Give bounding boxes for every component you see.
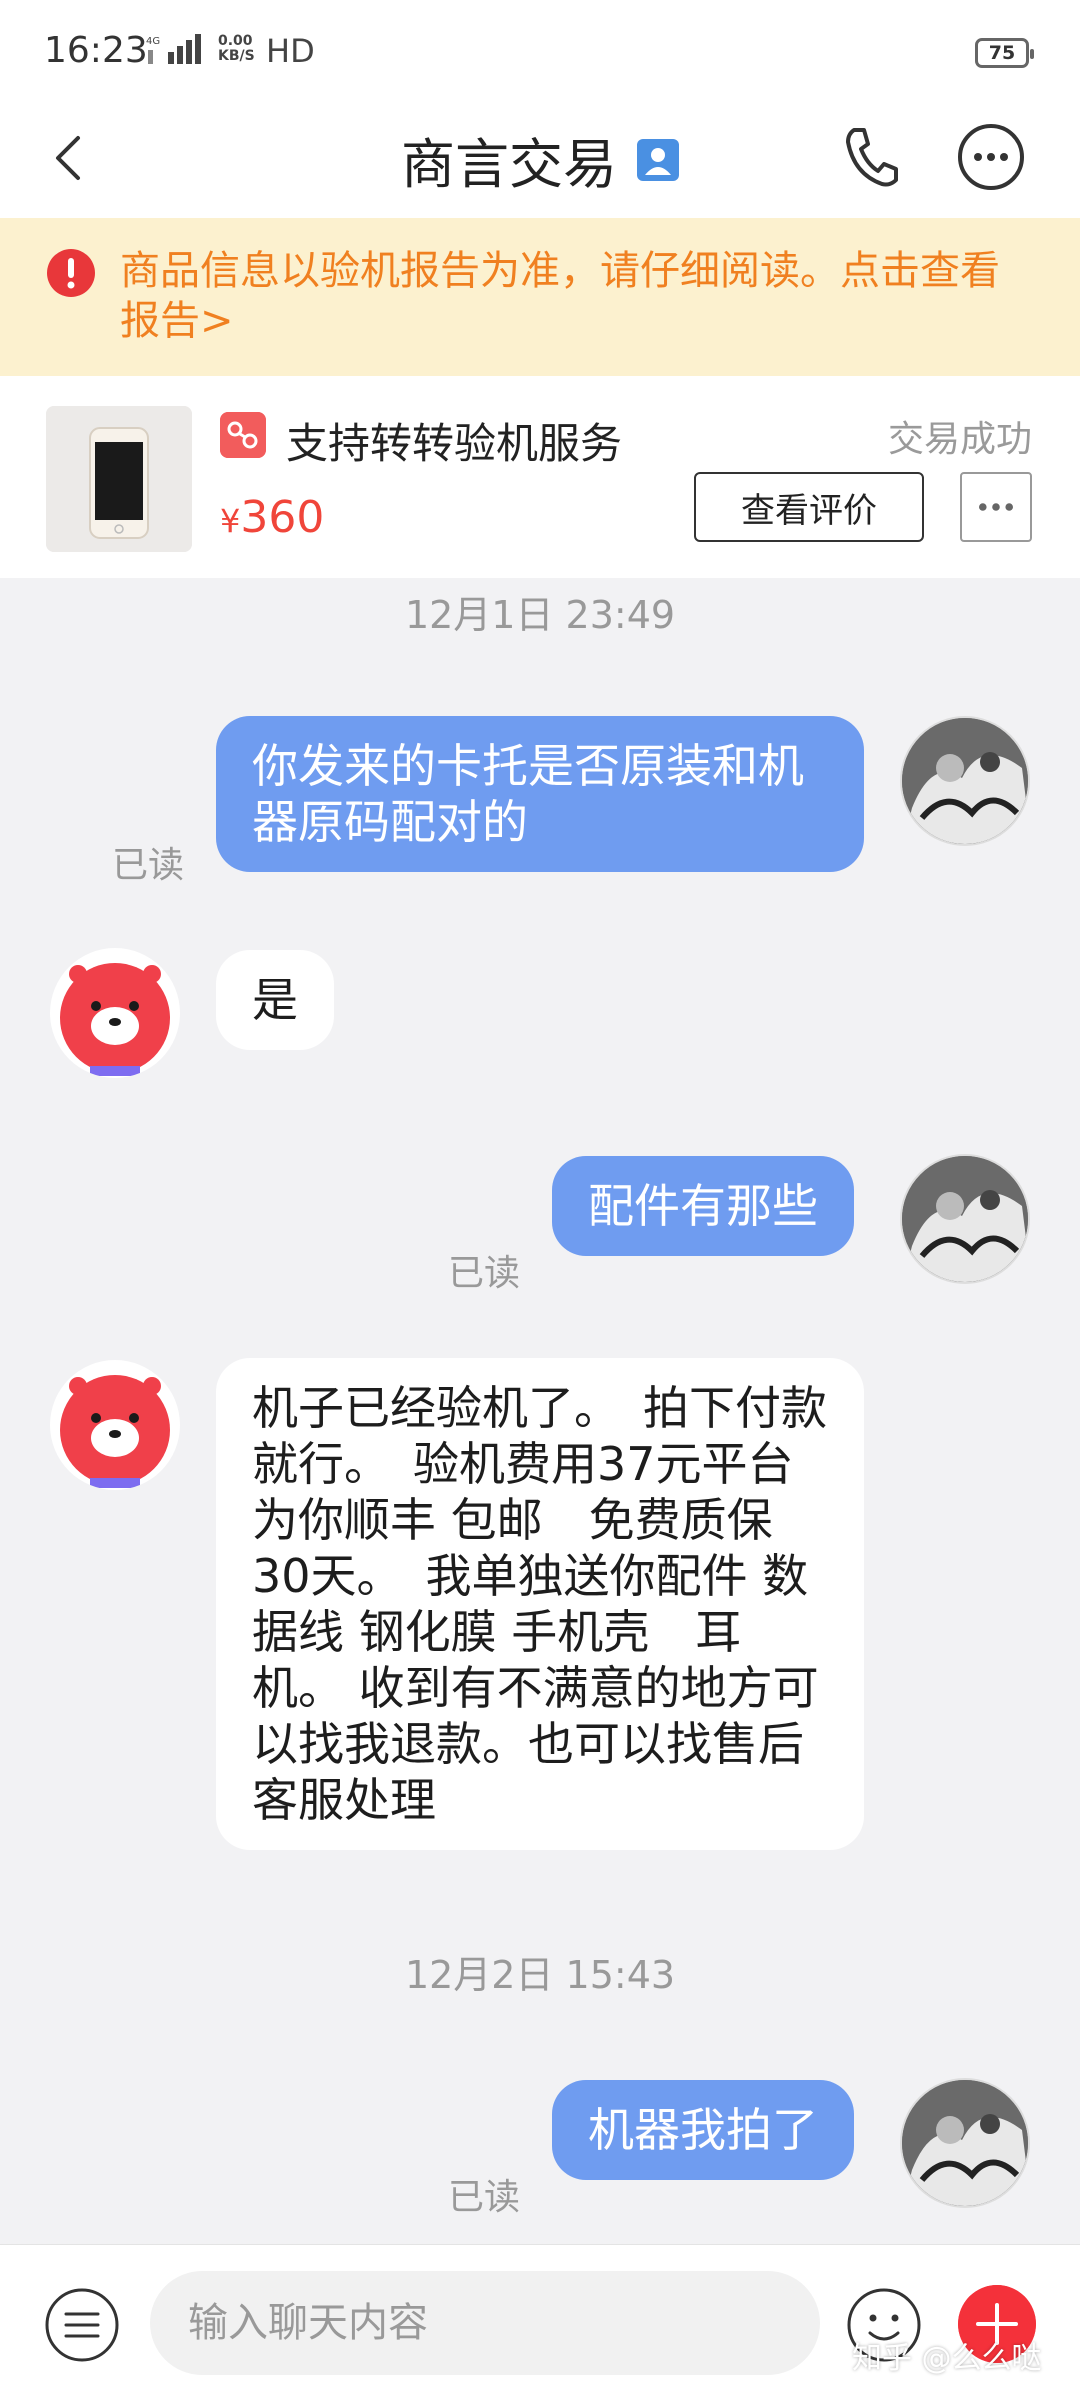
message-timestamp: 12月1日 23:49 [404, 593, 676, 637]
product-card[interactable]: 支持转转验机服务 ¥360 交易成功 查看评价 [0, 376, 1080, 578]
my-avatar-image [902, 2080, 1028, 2206]
menu-icon[interactable] [44, 2287, 120, 2363]
outgoing-message[interactable]: 配件有那些 [552, 1156, 854, 1256]
net-speed: 0.00 KB/S [218, 34, 255, 64]
watermark-text: 知乎 @么么哒 [852, 2341, 1042, 2376]
seller-avatar[interactable] [50, 948, 180, 1078]
product-more-icon[interactable] [960, 472, 1032, 542]
product-price: ¥360 [220, 492, 324, 543]
status-bar: 16:23 4G 0.00 KB/S HD 75 [0, 0, 1080, 106]
page-title: 商言交易 [401, 133, 617, 196]
my-avatar[interactable] [900, 2078, 1030, 2208]
my-avatar[interactable] [900, 1154, 1030, 1284]
product-thumbnail[interactable] [46, 406, 192, 552]
battery-level: 75 [988, 42, 1016, 64]
notice-text[interactable]: 商品信息以验机报告为准，请仔细阅读。点击查看报告> [120, 246, 1020, 346]
message-timestamp: 12月2日 15:43 [404, 1953, 676, 1997]
seller-avatar[interactable] [50, 1360, 180, 1490]
my-avatar-image [902, 718, 1028, 844]
warning-icon [47, 249, 95, 297]
chat-header: 商言交易 [0, 106, 1080, 218]
price-value: 360 [240, 492, 325, 543]
chat-input-bar: 知乎 @么么哒 [0, 2244, 1080, 2400]
battery-icon: 75 [975, 38, 1034, 68]
net-speed-value: 0.00 [218, 33, 253, 49]
view-review-button[interactable]: 查看评价 [694, 472, 924, 542]
page-title-row: 商言交易 [0, 120, 1080, 199]
outgoing-message[interactable]: 你发来的卡托是否原装和机器原码配对的 [216, 716, 864, 872]
my-avatar[interactable] [900, 716, 1030, 846]
outgoing-message[interactable]: 机器我拍了 [552, 2080, 854, 2180]
status-time: 16:23 [44, 30, 148, 71]
bear-avatar-image [51, 949, 179, 1077]
price-symbol: ¥ [220, 502, 241, 540]
contact-card-icon[interactable] [637, 138, 679, 181]
read-status: 已读 [448, 1253, 521, 1294]
read-status: 已读 [448, 2177, 521, 2218]
chat-input[interactable] [150, 2271, 820, 2375]
incoming-message[interactable]: 是 [216, 950, 334, 1050]
more-icon[interactable] [956, 122, 1026, 192]
signal-icon: 4G [146, 34, 201, 64]
incoming-message[interactable]: 机子已经验机了。 拍下付款就行。 验机费用37元平台为你顺丰 包邮 免费质保30… [216, 1358, 864, 1850]
my-avatar-image [902, 1156, 1028, 1282]
phone-icon[interactable] [840, 122, 900, 192]
service-label: 支持转转验机服务 [286, 419, 623, 468]
net-speed-unit: KB/S [218, 48, 255, 64]
bear-avatar-image [51, 1361, 179, 1489]
inspection-notice[interactable]: 商品信息以验机报告为准，请仔细阅读。点击查看报告> [0, 218, 1080, 376]
read-status: 已读 [112, 845, 185, 886]
deal-status: 交易成功 [888, 419, 1033, 460]
verification-service-icon [220, 412, 266, 458]
phone-image [46, 406, 192, 552]
network-type-label: 4G [146, 36, 160, 47]
hd-label: HD [266, 32, 315, 70]
